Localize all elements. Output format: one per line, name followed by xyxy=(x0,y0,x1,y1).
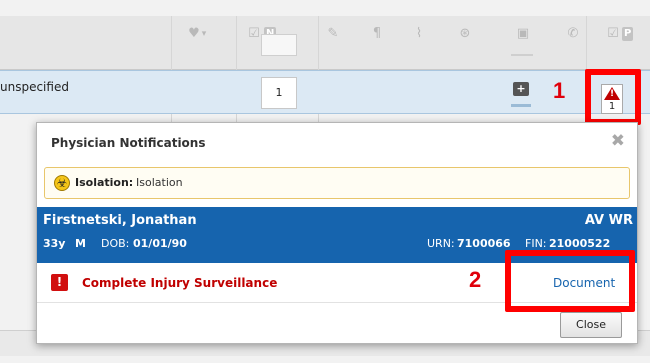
warning-icon: ! xyxy=(51,274,68,291)
divider xyxy=(511,54,533,56)
callout-number: 1 xyxy=(553,78,566,103)
grid-cell[interactable] xyxy=(261,34,297,56)
diagnosis-text: unspecified xyxy=(0,80,69,94)
task-label: Complete Injury Surveillance xyxy=(82,276,278,290)
isolation-value: Isolation xyxy=(136,176,183,189)
fin-label: FIN: xyxy=(525,237,547,250)
vitals-icon[interactable]: ⌇ xyxy=(409,26,429,42)
patient-name: Firstnetski, Jonathan xyxy=(43,213,197,228)
lab-icon[interactable]: ¶ xyxy=(367,26,387,42)
isolation-alert: ☣ Isolation: Isolation xyxy=(44,167,630,199)
header-p-box[interactable]: P xyxy=(622,27,634,41)
warning-count: 1 xyxy=(608,101,616,112)
dialog-title: Physician Notifications xyxy=(51,136,206,150)
fin-value: 21000522 xyxy=(549,237,611,250)
notification-count-cell[interactable]: 1 xyxy=(261,77,297,109)
radiation-icon[interactable]: ⊛ xyxy=(455,26,475,42)
case-icon[interactable]: ▣ xyxy=(513,26,533,42)
urn-label: URN: xyxy=(427,237,455,250)
close-button[interactable]: Close xyxy=(560,312,622,338)
warning-icon: ! xyxy=(604,87,620,100)
patient-sex: M xyxy=(75,237,86,250)
patient-age: 33y xyxy=(43,237,66,250)
urn-value: 7100066 xyxy=(457,237,511,250)
phone-icon[interactable]: ✆ xyxy=(563,26,583,42)
biohazard-icon: ☣ xyxy=(54,175,70,191)
briefcase-icon[interactable]: + xyxy=(513,82,529,96)
progress-bar xyxy=(511,104,531,107)
checkbox-icon: ☑ xyxy=(607,26,619,41)
callout-number: 2 xyxy=(469,267,482,292)
patient-location: AV WR xyxy=(584,213,633,228)
physician-notification-cell[interactable]: ! 1 xyxy=(601,84,623,114)
isolation-label: Isolation: xyxy=(75,176,134,189)
dob-value: 01/01/90 xyxy=(133,237,187,250)
paperclip-icon[interactable]: ✎ xyxy=(323,26,343,42)
grid-header xyxy=(0,16,650,70)
chevron-down-icon[interactable]: ▾ xyxy=(198,26,210,42)
close-icon[interactable]: ✖ xyxy=(611,132,625,150)
highlight-box xyxy=(505,250,635,312)
dob-label: DOB: xyxy=(101,237,130,250)
